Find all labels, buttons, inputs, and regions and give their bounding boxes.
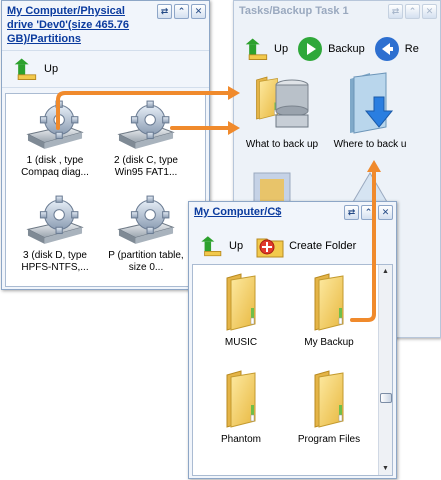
scroll-down-icon[interactable]: ▼	[380, 463, 391, 474]
folder-icon	[221, 271, 261, 333]
folder-label: My Backup	[304, 337, 354, 348]
close-icon[interactable]: ✕	[191, 4, 206, 19]
partition-label: 3 (disk D, type HPFS-NTFS,...	[21, 250, 89, 273]
partition-label: 2 (disk C, type Win95 FAT1...	[114, 155, 178, 178]
backup-toolbar: Up Backup Re	[234, 30, 440, 68]
close-icon[interactable]: ✕	[422, 4, 437, 19]
up-arrow-icon	[240, 35, 270, 63]
refresh-icon[interactable]: ⇄	[157, 4, 172, 19]
vertical-scrollbar[interactable]: ▲ ▼	[378, 265, 392, 475]
backup-label: Backup	[328, 43, 365, 55]
folder-download-icon	[350, 72, 394, 134]
partition-item[interactable]: P (partition table, size 0...	[102, 194, 190, 274]
folder-item[interactable]: My Backup	[289, 271, 369, 349]
partition-item[interactable]: 2 (disk C, type Win95 FAT1...	[102, 99, 190, 179]
close-icon[interactable]: ✕	[378, 205, 393, 220]
restore-label: Re	[404, 43, 419, 55]
up-label: Up	[274, 43, 289, 55]
refresh-icon[interactable]: ⇄	[344, 205, 359, 220]
maximize-icon[interactable]: ⌃	[174, 4, 189, 19]
maximize-icon[interactable]: ⌃	[361, 205, 376, 220]
up-arrow-icon	[195, 233, 225, 259]
partition-label: 1 (disk , type Compaq diag...	[21, 155, 89, 178]
backup-task-titlebar[interactable]: Tasks/Backup Task 1 ⇄ ⌃ ✕	[234, 1, 440, 20]
backup-button[interactable]: Backup	[296, 35, 365, 63]
folder-label: Program Files	[297, 434, 361, 445]
partition-label: P (partition table, size 0...	[108, 250, 184, 273]
folder-icon	[309, 368, 349, 430]
database-icon	[256, 76, 309, 128]
create-folder-label: Create Folder	[289, 240, 357, 252]
drive-gear-icon	[114, 194, 178, 246]
play-icon	[298, 37, 323, 61]
partitions-window-title[interactable]: My Computer/Physical drive 'Dev0'(size 4…	[7, 4, 151, 46]
folder-label: MUSIC	[224, 337, 258, 348]
c-drive-window: My Computer/C$ ⇄ ⌃ ✕ Up Create Folder MU…	[188, 201, 397, 479]
partition-item[interactable]: 1 (disk , type Compaq diag...	[11, 99, 99, 179]
up-label: Up	[229, 240, 244, 252]
c-drive-toolbar: Up Create Folder	[189, 229, 396, 263]
where-to-back-up-label: Where to back u	[333, 139, 407, 150]
folder-item[interactable]: MUSIC	[201, 271, 281, 349]
what-to-back-up-item[interactable]: What to back up	[242, 71, 322, 151]
create-folder-button[interactable]: Create Folder	[255, 233, 356, 259]
scroll-up-icon[interactable]: ▲	[380, 266, 391, 277]
partitions-toolbar: Up	[2, 50, 209, 88]
create-folder-icon	[256, 238, 284, 258]
up-arrow-icon	[8, 55, 40, 83]
what-to-back-up-label: What to back up	[245, 139, 319, 150]
drive-gear-icon	[114, 99, 178, 151]
folder-item[interactable]: Phantom	[201, 368, 281, 446]
partition-item[interactable]: 3 (disk D, type HPFS-NTFS,...	[11, 194, 99, 274]
scroll-thumb[interactable]	[380, 393, 392, 403]
backup-task-title[interactable]: Tasks/Backup Task 1	[239, 4, 382, 18]
c-drive-title[interactable]: My Computer/C$	[194, 205, 338, 219]
partitions-window: My Computer/Physical drive 'Dev0'(size 4…	[1, 0, 210, 290]
restore-icon	[374, 37, 399, 61]
maximize-icon[interactable]: ⌃	[405, 4, 420, 19]
up-label: Up	[44, 63, 59, 75]
c-drive-titlebar[interactable]: My Computer/C$ ⇄ ⌃ ✕	[189, 202, 396, 221]
restore-button[interactable]: Re	[373, 35, 419, 63]
folder-item[interactable]: Program Files	[289, 368, 369, 446]
c-drive-list: MUSIC My Backup Phantom Program Files ▲ …	[192, 264, 393, 476]
folder-label: Phantom	[220, 434, 262, 445]
drive-gear-icon	[23, 194, 87, 246]
folder-icon	[309, 271, 349, 333]
partitions-window-titlebar[interactable]: My Computer/Physical drive 'Dev0'(size 4…	[2, 1, 209, 48]
drive-gear-icon	[23, 99, 87, 151]
refresh-icon[interactable]: ⇄	[388, 4, 403, 19]
up-button[interactable]: Up	[195, 233, 243, 259]
up-button[interactable]: Up	[8, 55, 58, 83]
partitions-list: 1 (disk , type Compaq diag... 2 (disk C,…	[5, 93, 206, 287]
up-button[interactable]: Up	[240, 35, 288, 63]
folder-icon	[221, 368, 261, 430]
where-to-back-up-item[interactable]: Where to back u	[330, 71, 410, 151]
